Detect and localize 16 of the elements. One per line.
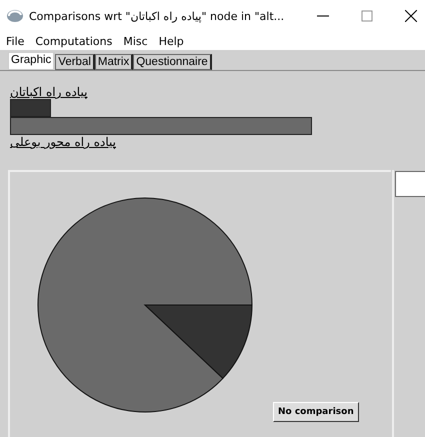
menu-item[interactable]: Misc [123,34,148,48]
no-comparison-button[interactable]: No comparison [273,402,359,422]
maximize-icon[interactable] [361,10,373,22]
window-title: Comparisons wrt "پیاده راه اکباتان" node in "alt... [29,10,286,22]
tab[interactable]: Matrix [94,54,134,70]
tab[interactable]: Graphic [8,52,56,70]
menu-item[interactable]: Computations [35,34,112,48]
close-icon[interactable] [405,10,417,22]
app-icon [6,9,24,23]
menu-item[interactable]: Help [158,34,184,48]
tab[interactable]: Verbal [55,54,95,70]
input-field[interactable] [395,171,425,197]
tab[interactable]: Questionnaire [133,54,212,70]
menu-item[interactable]: File [6,34,24,48]
alternative-label: پیاده راه اکباتان [10,85,88,99]
alternative-label: پیاده راه محور بوعلی [10,135,116,149]
